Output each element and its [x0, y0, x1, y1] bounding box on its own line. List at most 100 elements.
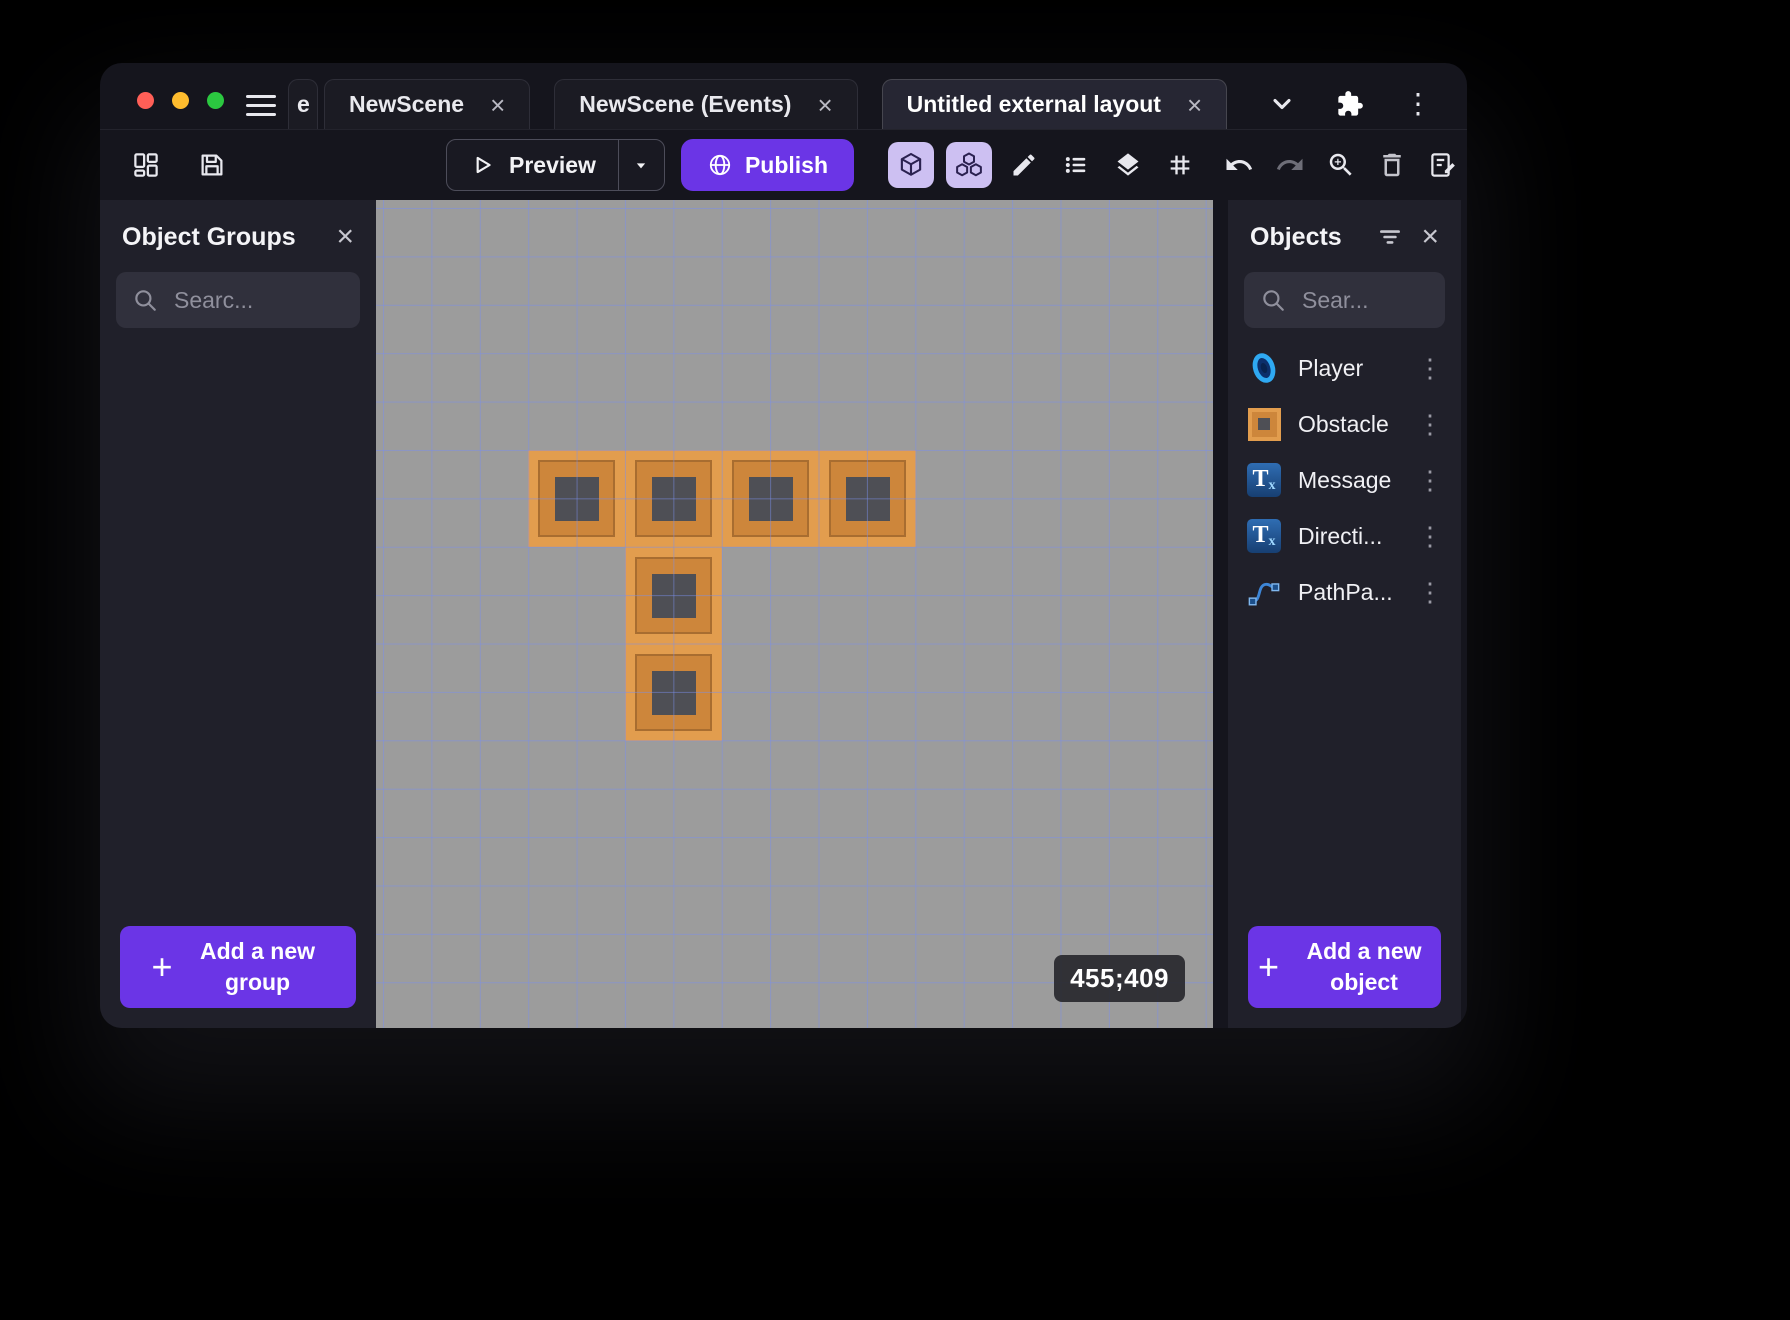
- window-minimize-button[interactable]: [172, 92, 189, 109]
- close-icon[interactable]: ×: [490, 92, 505, 118]
- publish-label: Publish: [744, 151, 829, 178]
- window-controls: [137, 92, 224, 109]
- kebab-icon: ⋮: [1417, 465, 1443, 495]
- object-groups-list: [100, 340, 376, 926]
- close-icon[interactable]: ×: [817, 92, 832, 118]
- add-object-button[interactable]: + Add a new object: [1248, 926, 1441, 1008]
- editor-tabs: e NewScene × NewScene (Events) × Untitle…: [288, 79, 1247, 129]
- crate-core: [651, 573, 696, 618]
- window-zoom-button[interactable]: [207, 92, 224, 109]
- kebab-icon: ⋮: [1417, 409, 1443, 439]
- toggle-3d-view-button[interactable]: [888, 142, 935, 188]
- obstacle-instance[interactable]: [722, 450, 819, 547]
- edit-properties-button[interactable]: [1424, 146, 1462, 184]
- obstacle-instance[interactable]: [625, 450, 722, 547]
- instructions-list-button[interactable]: [1056, 145, 1096, 185]
- tab-newscene[interactable]: NewScene ×: [324, 79, 531, 129]
- publish-button[interactable]: Publish: [680, 139, 855, 191]
- tab-untitled-external-layout[interactable]: Untitled external layout ×: [881, 79, 1228, 129]
- object-menu-button[interactable]: ⋮: [1415, 579, 1445, 605]
- object-row-pathpaint[interactable]: PathPa... ⋮: [1228, 564, 1461, 620]
- filter-icon: [1380, 230, 1401, 244]
- filter-objects-button[interactable]: [1377, 224, 1403, 250]
- tab-label: NewScene (Events): [579, 91, 792, 117]
- edit-note-icon: [1431, 153, 1455, 177]
- window-close-button[interactable]: [137, 92, 154, 109]
- close-icon[interactable]: ×: [1187, 92, 1202, 118]
- plus-icon: +: [151, 946, 173, 987]
- crate-core: [554, 476, 599, 521]
- obstacle-icon: [1247, 407, 1281, 441]
- search-icon: [135, 290, 156, 311]
- undo-button[interactable]: [1220, 146, 1258, 184]
- object-row-message[interactable]: Tx Message ⋮: [1228, 452, 1461, 508]
- zoom-button[interactable]: [1322, 146, 1360, 184]
- tab-label: Untitled external layout: [906, 91, 1161, 117]
- dashboard-icon: [134, 153, 158, 177]
- object-groups-title: Object Groups: [122, 222, 296, 251]
- instances-list-button[interactable]: [946, 142, 993, 188]
- search-icon: [1263, 290, 1284, 311]
- objects-search: [1244, 272, 1445, 328]
- extensions-button[interactable]: [1335, 89, 1365, 119]
- play-icon: [476, 156, 491, 174]
- object-menu-button[interactable]: ⋮: [1415, 467, 1445, 493]
- pencil-icon: [1013, 154, 1035, 176]
- obstacle-instance[interactable]: [528, 450, 625, 547]
- tab-label: NewScene: [349, 91, 465, 117]
- obstacle-instance[interactable]: [819, 450, 916, 547]
- toolbar: Preview Publish: [100, 130, 1467, 200]
- tab-label: e: [297, 91, 310, 117]
- object-menu-button[interactable]: ⋮: [1415, 523, 1445, 549]
- plus-icon: +: [1257, 946, 1280, 987]
- crate-core: [651, 670, 696, 715]
- scene-canvas[interactable]: 455;409: [376, 200, 1213, 1028]
- object-groups-search-input[interactable]: [172, 285, 344, 315]
- object-row-directions[interactable]: Tx Directi... ⋮: [1228, 508, 1461, 564]
- chevron-down-icon: [1273, 98, 1291, 110]
- kebab-icon: ⋮: [1404, 88, 1432, 119]
- tab-newscene-events[interactable]: NewScene (Events) ×: [554, 79, 858, 129]
- trash-icon: [1383, 153, 1401, 177]
- close-object-groups-button[interactable]: ×: [336, 222, 354, 252]
- delete-button[interactable]: [1373, 146, 1411, 184]
- tabs-overflow-button[interactable]: [1267, 89, 1297, 119]
- tab-bar: e NewScene × NewScene (Events) × Untitle…: [100, 63, 1467, 130]
- grid-icon: [1170, 155, 1190, 175]
- object-menu-button[interactable]: ⋮: [1415, 411, 1445, 437]
- edit-mode-button[interactable]: [1004, 145, 1044, 185]
- kebab-icon: ⋮: [1417, 577, 1443, 607]
- close-objects-button[interactable]: ×: [1421, 222, 1439, 252]
- path-icon: [1248, 582, 1280, 606]
- obstacle-instance[interactable]: [625, 644, 722, 741]
- tab-bar-actions: ⋮: [1267, 89, 1433, 119]
- preview-button[interactable]: Preview: [447, 140, 618, 190]
- objects-title: Objects: [1250, 222, 1342, 251]
- project-manager-button[interactable]: [126, 145, 166, 185]
- objects-search-input[interactable]: [1300, 285, 1429, 315]
- layers-button[interactable]: [1108, 145, 1148, 185]
- save-button[interactable]: [192, 145, 232, 185]
- object-name: Player: [1298, 354, 1364, 381]
- cube-icon: [900, 152, 922, 176]
- text-icon: Tx: [1247, 519, 1281, 553]
- crate-core: [845, 476, 890, 521]
- grid-button[interactable]: [1160, 145, 1200, 185]
- add-group-button[interactable]: + Add a new group: [120, 926, 356, 1008]
- main-menu-button[interactable]: [246, 95, 278, 117]
- preview-options-button[interactable]: [617, 140, 664, 190]
- save-icon: [201, 154, 223, 176]
- app-window: e NewScene × NewScene (Events) × Untitle…: [100, 63, 1467, 1028]
- object-row-player[interactable]: Player ⋮: [1228, 340, 1461, 396]
- redo-button[interactable]: [1271, 146, 1309, 184]
- tab-partial[interactable]: e: [288, 79, 318, 129]
- crate-core: [651, 476, 696, 521]
- object-menu-button[interactable]: ⋮: [1415, 355, 1445, 381]
- add-group-label: Add a new group: [200, 937, 316, 995]
- obstacle-instance[interactable]: [625, 547, 722, 644]
- object-row-obstacle[interactable]: Obstacle ⋮: [1228, 396, 1461, 452]
- window-menu-button[interactable]: ⋮: [1403, 89, 1433, 119]
- crate-core: [748, 476, 793, 521]
- text-icon: Tx: [1247, 463, 1281, 497]
- kebab-icon: ⋮: [1417, 521, 1443, 551]
